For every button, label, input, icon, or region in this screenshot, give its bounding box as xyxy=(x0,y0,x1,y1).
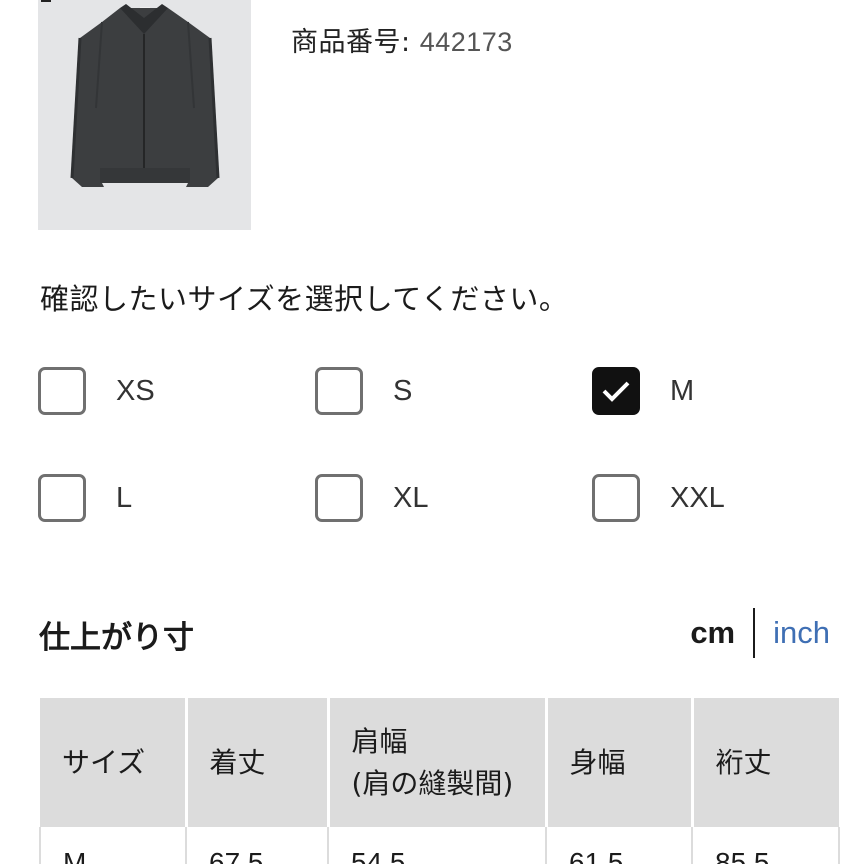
table-header-row: サイズ 着丈 肩幅 (肩の縫製間) 身幅 裄丈 xyxy=(40,698,839,827)
size-label-s: S xyxy=(393,374,413,407)
header-shoulder-sub: (肩の縫製間) xyxy=(351,766,514,800)
checkbox-s[interactable] xyxy=(315,367,363,415)
size-option-xxl[interactable]: XXL xyxy=(592,473,725,523)
measurements-title: 仕上がり寸 xyxy=(39,620,194,656)
size-label-l: L xyxy=(116,481,133,514)
header-shoulder: 肩幅 (肩の縫製間) xyxy=(328,698,548,827)
header-chest: 身幅 xyxy=(546,698,694,827)
header-length: 着丈 xyxy=(186,698,330,827)
size-select-prompt: 確認したいサイズを選択してください。 xyxy=(40,282,569,316)
product-number-colon: : xyxy=(401,27,420,58)
size-option-xs[interactable]: XS xyxy=(38,366,155,416)
header-sleeve: 裄丈 xyxy=(692,698,839,827)
table-cell: 67.5 xyxy=(185,827,328,864)
product-image xyxy=(38,0,251,230)
size-table: サイズ 着丈 肩幅 (肩の縫製間) 身幅 裄丈 M 67.5 54.5 61.5 … xyxy=(39,698,840,864)
checkbox-xs[interactable] xyxy=(38,367,86,415)
table-row: M 67.5 54.5 61.5 85.5 xyxy=(39,827,840,864)
size-label-xl: XL xyxy=(393,481,429,514)
unit-cm-button[interactable]: cm xyxy=(690,615,735,651)
size-option-m[interactable]: M xyxy=(592,366,694,416)
table-cell: 54.5 xyxy=(327,827,546,864)
size-option-xl[interactable]: XL xyxy=(315,473,428,523)
size-option-s[interactable]: S xyxy=(315,366,412,416)
unit-toggle: cm inch xyxy=(690,606,830,660)
jacket-image xyxy=(38,0,251,230)
size-option-l[interactable]: L xyxy=(38,473,132,523)
checkbox-xl[interactable] xyxy=(315,474,363,522)
unit-divider xyxy=(753,608,756,658)
checkbox-l[interactable] xyxy=(38,474,86,522)
size-label-m: M xyxy=(670,374,695,407)
checkmark-icon xyxy=(602,381,630,402)
product-number: 商品番号: 442173 xyxy=(291,20,513,59)
checkbox-xxl[interactable] xyxy=(592,474,640,522)
table-cell: 85.5 xyxy=(691,827,840,864)
header-size: サイズ xyxy=(40,698,188,827)
unit-inch-link[interactable]: inch xyxy=(773,615,830,651)
product-number-label: 商品番号 xyxy=(291,27,401,58)
header-shoulder-main: 肩幅 xyxy=(351,724,408,758)
table-cell: 61.5 xyxy=(545,827,692,864)
checkbox-m[interactable] xyxy=(592,367,640,415)
size-label-xxl: XXL xyxy=(670,481,725,514)
size-label-xs: XS xyxy=(116,374,155,407)
table-cell: M xyxy=(39,827,186,864)
product-number-value: 442173 xyxy=(419,27,513,57)
